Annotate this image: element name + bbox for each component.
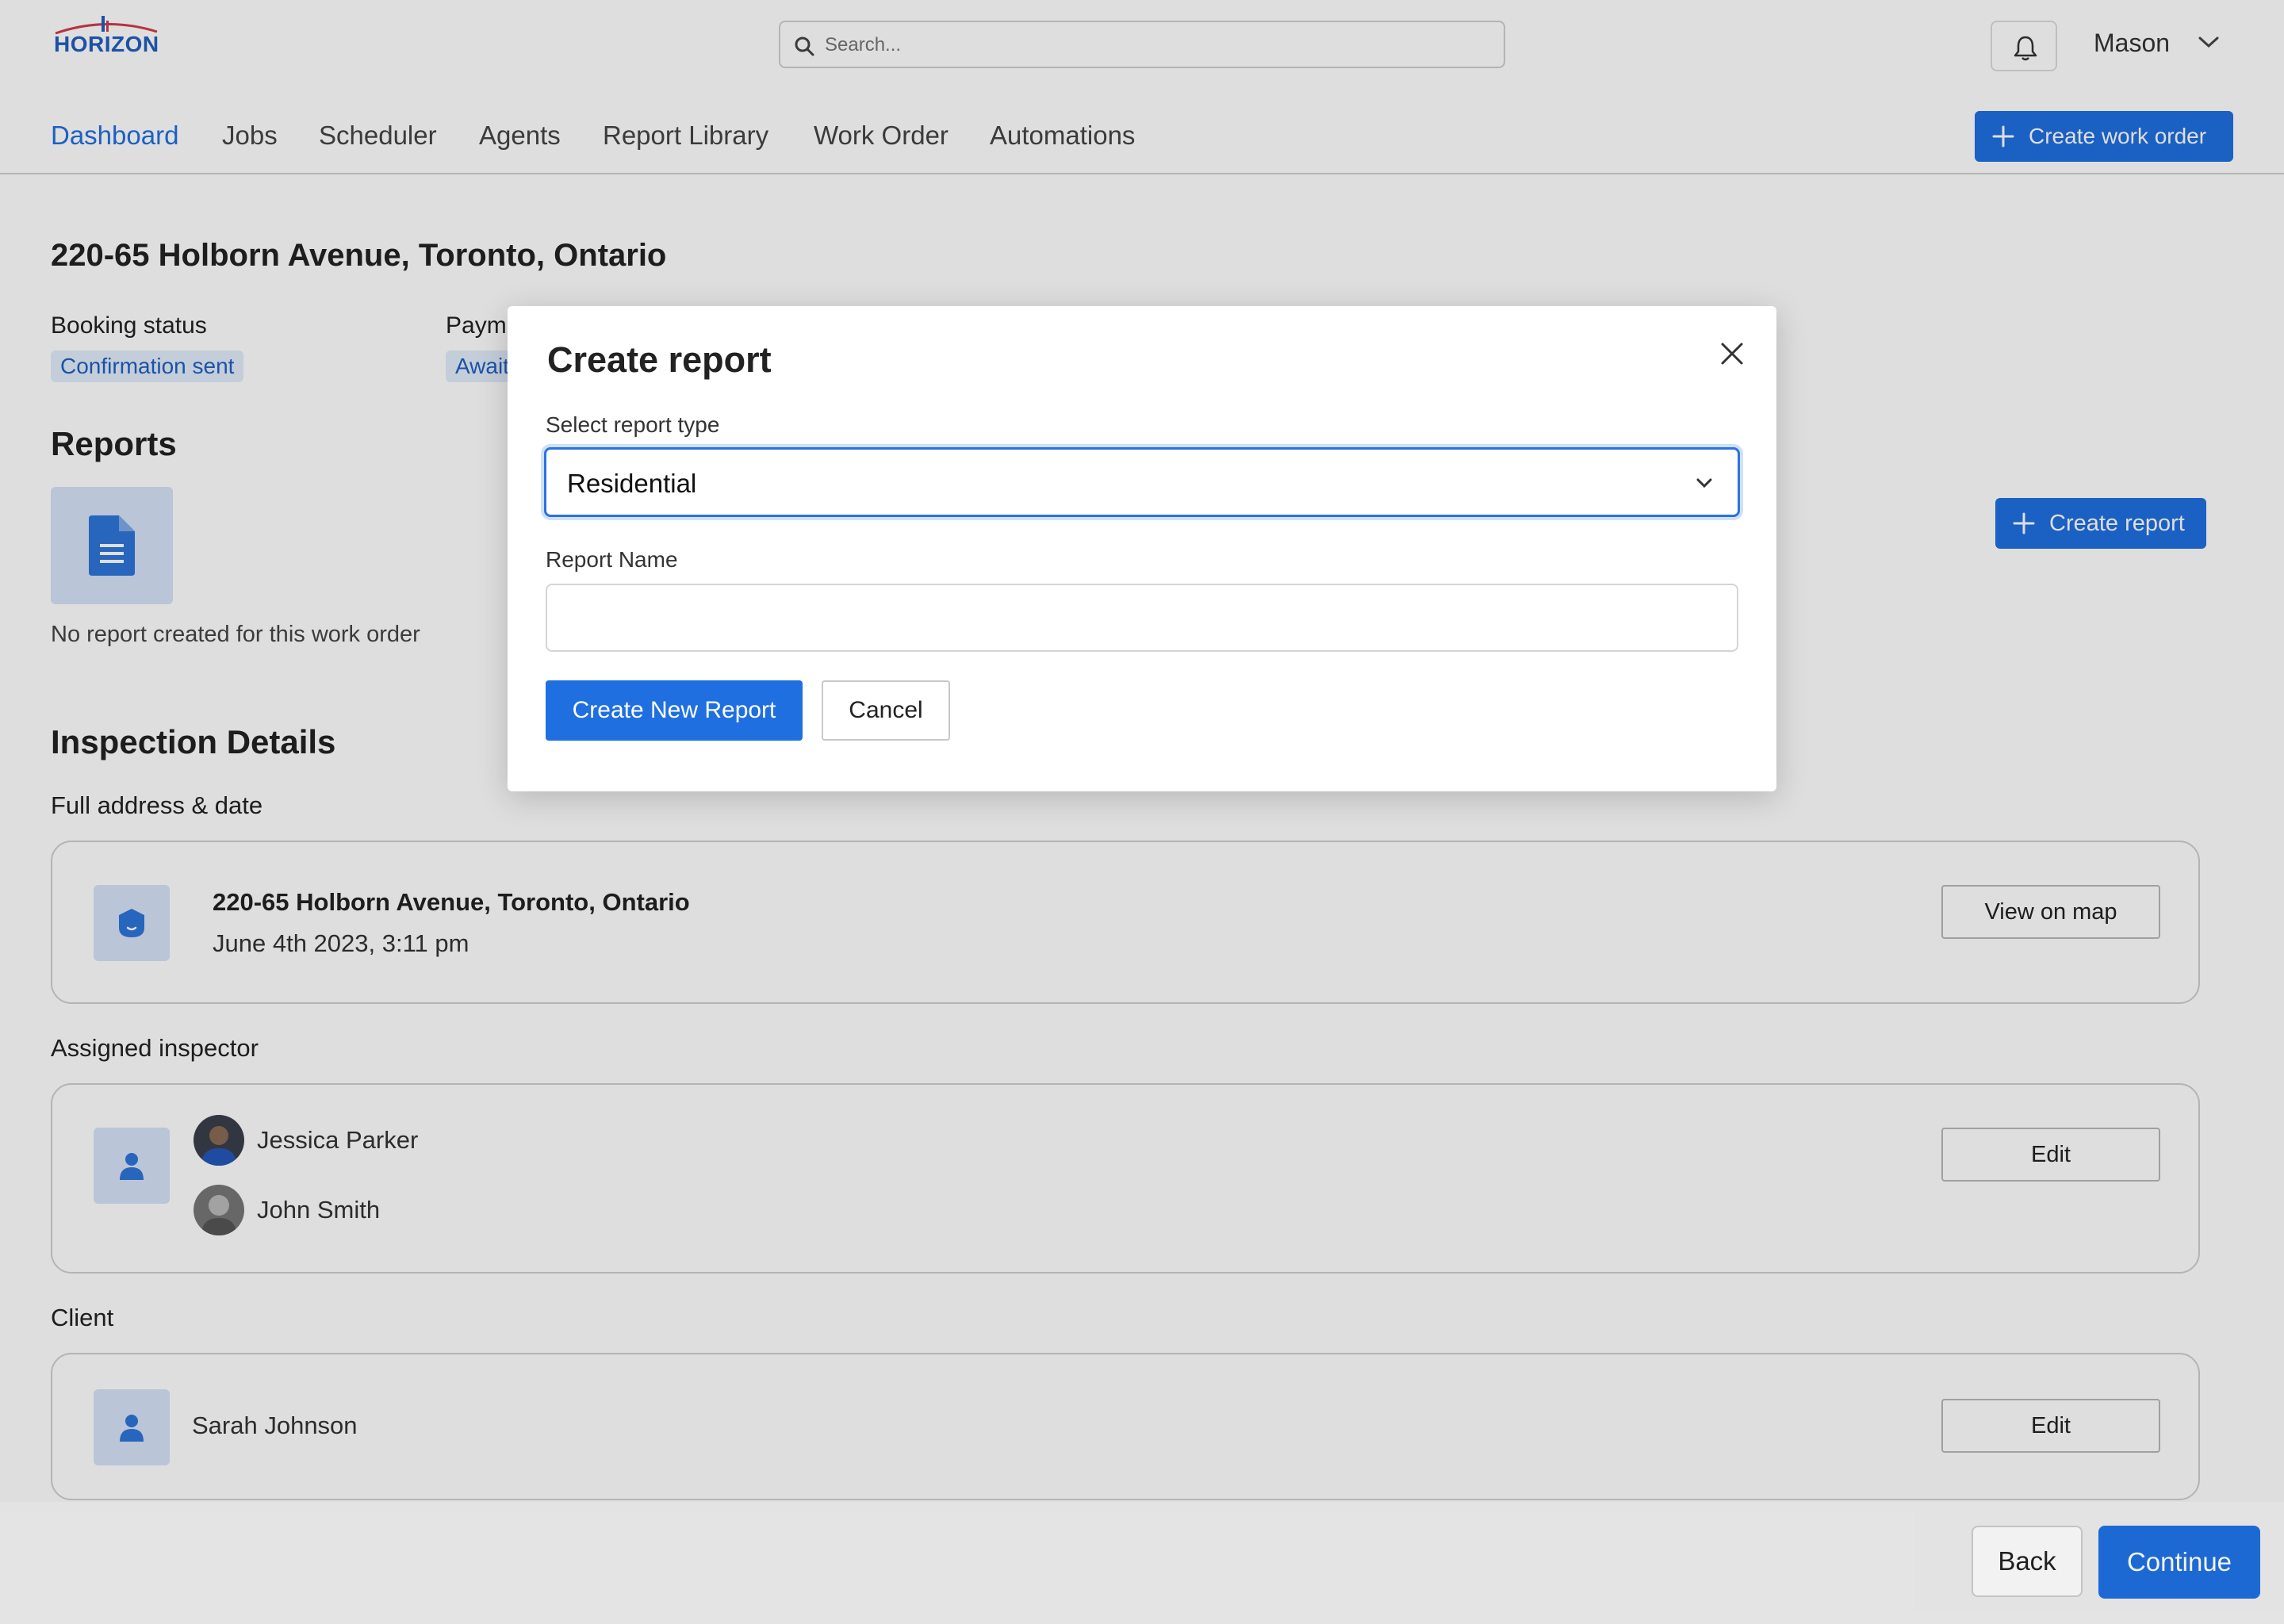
cancel-button[interactable]: Cancel: [822, 680, 950, 741]
report-name-label: Report Name: [546, 547, 678, 572]
chevron-down-icon: [1696, 478, 1712, 488]
close-icon[interactable]: [1716, 338, 1748, 370]
page: HORIZON Mason Dashboard Jobs Scheduler A…: [0, 0, 2284, 1624]
dialog-title: Create report: [547, 339, 772, 380]
report-type-label: Select report type: [546, 412, 720, 437]
create-new-report-button[interactable]: Create New Report: [546, 680, 803, 741]
footer-backdrop: [0, 1502, 2284, 1624]
report-type-select[interactable]: Residential: [544, 447, 1740, 517]
report-name-input[interactable]: [546, 584, 1738, 652]
create-report-dialog: Create report Select report type Residen…: [508, 306, 1776, 791]
report-type-value: Residential: [567, 469, 697, 498]
